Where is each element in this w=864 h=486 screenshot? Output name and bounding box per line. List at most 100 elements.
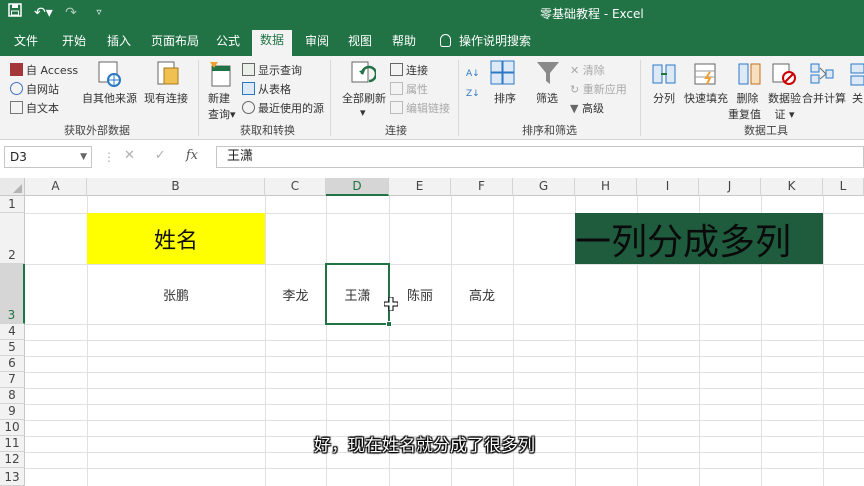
insert-function-icon[interactable]: fx: [186, 148, 198, 163]
redo-icon[interactable]: ↷: [62, 3, 80, 23]
existing-connections-icon: [156, 60, 180, 92]
from-access-button[interactable]: 自 Access: [10, 62, 78, 78]
properties-button[interactable]: 属性: [390, 81, 428, 97]
column-header-k[interactable]: K: [761, 178, 823, 196]
column-header-j[interactable]: J: [699, 178, 761, 196]
row-number: 8: [8, 388, 16, 402]
tab-review[interactable]: 审阅: [305, 32, 329, 56]
from-table-button[interactable]: 从表格: [242, 81, 291, 97]
column-header-f[interactable]: F: [451, 178, 513, 196]
column-header-i[interactable]: I: [637, 178, 699, 196]
row-header-4[interactable]: 4: [0, 324, 25, 340]
other-sources-button[interactable]: 自其他来源: [82, 90, 137, 106]
select-all-button[interactable]: [0, 178, 25, 196]
cell-c3[interactable]: 李龙: [265, 264, 326, 324]
tab-view[interactable]: 视图: [348, 32, 372, 56]
chevron-down-icon[interactable]: ▼: [80, 147, 87, 167]
formula-bar-grip-icon[interactable]: ⋮: [103, 150, 115, 164]
sort-button[interactable]: 排序: [494, 90, 516, 106]
column-header-l[interactable]: L: [823, 178, 864, 196]
recent-sources-button[interactable]: 最近使用的源: [242, 100, 324, 116]
group-label-sort-filter: 排序和筛选: [522, 124, 577, 137]
sort-az-icon[interactable]: A↓ Z↓: [466, 64, 484, 108]
cell-e3[interactable]: 陈丽: [389, 264, 451, 324]
tell-me-label: 操作说明搜索: [459, 34, 532, 48]
name-box[interactable]: D3 ▼: [4, 146, 92, 168]
refresh-all-label: 全部刷新: [342, 92, 386, 105]
row-header-10[interactable]: 10: [0, 420, 25, 436]
row-number: 3: [7, 308, 16, 322]
column-header-g[interactable]: G: [513, 178, 575, 196]
row-header-9[interactable]: 9: [0, 404, 25, 420]
text-to-columns-button[interactable]: 分列: [653, 90, 675, 106]
fill-handle[interactable]: [386, 321, 392, 327]
remove-duplicates-button[interactable]: 删除 重复值: [728, 90, 761, 122]
cell-b2[interactable]: 姓名: [87, 213, 265, 264]
active-cell-border: [325, 263, 390, 325]
tab-formulas[interactable]: 公式: [216, 32, 240, 56]
cell-f3[interactable]: 高龙: [451, 264, 513, 324]
tab-file[interactable]: 文件: [14, 32, 38, 56]
connections-button[interactable]: 连接: [390, 62, 428, 78]
row-header-7[interactable]: 7: [0, 372, 25, 388]
column-header-h[interactable]: H: [575, 178, 637, 196]
row-header-6[interactable]: 6: [0, 356, 25, 372]
refresh-all-button[interactable]: 全部刷新 ▾: [342, 90, 386, 119]
filter-button[interactable]: 筛选: [536, 90, 558, 106]
column-header-a[interactable]: A: [25, 178, 87, 196]
group-label-data-tools: 数据工具: [744, 124, 788, 137]
tab-data[interactable]: 数据: [252, 30, 293, 56]
column-header-c[interactable]: C: [265, 178, 326, 196]
new-query-label-1: 新建: [208, 92, 230, 105]
row-number: 4: [8, 324, 16, 338]
relationships-icon: [850, 62, 864, 90]
cell-h2[interactable]: 一列分成多列: [575, 213, 823, 264]
row-header-11[interactable]: 11: [0, 436, 25, 452]
column-header-b[interactable]: B: [87, 178, 265, 196]
row-number: 1: [8, 197, 16, 211]
edit-links-button[interactable]: 编辑链接: [390, 100, 450, 116]
connections-label: 连接: [406, 64, 428, 77]
column-header-d[interactable]: D: [326, 178, 389, 196]
consolidate-button[interactable]: 合并计算: [802, 90, 846, 106]
tab-page-layout[interactable]: 页面布局: [151, 32, 199, 56]
cell-b3[interactable]: 张鹏: [87, 264, 265, 324]
row-header-3[interactable]: 3: [0, 264, 25, 324]
reapply-button[interactable]: ↻ 重新应用: [570, 81, 627, 97]
show-queries-button[interactable]: 显示查询: [242, 62, 302, 78]
formula-input[interactable]: 王潇: [216, 146, 864, 168]
tab-insert[interactable]: 插入: [107, 32, 131, 56]
row-header-5[interactable]: 5: [0, 340, 25, 356]
access-icon: [10, 63, 23, 76]
tab-help[interactable]: 帮助: [392, 32, 416, 56]
save-icon[interactable]: [6, 3, 24, 23]
existing-connections-button[interactable]: 现有连接: [144, 90, 188, 106]
ribbon-separator: [198, 60, 199, 136]
customize-qat-icon[interactable]: ▿: [90, 3, 108, 23]
gridline-horizontal: [25, 388, 864, 389]
from-text-button[interactable]: 自文本: [10, 100, 59, 116]
flash-fill-button[interactable]: 快速填充: [684, 90, 728, 106]
data-validation-label-1: 数据验: [768, 92, 801, 105]
properties-icon: [390, 82, 403, 95]
new-query-button[interactable]: 新建 查询▾: [208, 90, 236, 122]
clear-filter-button[interactable]: ✕ 清除: [570, 62, 605, 78]
advanced-filter-button[interactable]: ▼ 高级: [570, 100, 604, 116]
undo-icon[interactable]: ↶▾: [34, 3, 53, 23]
row-header-8[interactable]: 8: [0, 388, 25, 404]
text-to-columns-icon: [652, 62, 676, 90]
relationships-button[interactable]: 关: [852, 90, 863, 106]
new-query-label-2: 查询: [208, 108, 230, 121]
row-header-12[interactable]: 12: [0, 452, 25, 468]
tell-me-search[interactable]: 操作说明搜索: [440, 32, 531, 56]
row-header-13[interactable]: 13: [0, 468, 25, 486]
row-header-2[interactable]: 2: [0, 213, 25, 264]
cancel-icon[interactable]: ✕: [124, 148, 135, 163]
gridline-horizontal: [25, 356, 864, 357]
from-web-button[interactable]: 自网站: [10, 81, 59, 97]
enter-icon[interactable]: ✓: [155, 148, 166, 163]
data-validation-button[interactable]: 数据验 证 ▾: [768, 90, 801, 122]
column-header-e[interactable]: E: [389, 178, 451, 196]
row-header-1[interactable]: 1: [0, 196, 25, 213]
tab-home[interactable]: 开始: [62, 32, 86, 56]
